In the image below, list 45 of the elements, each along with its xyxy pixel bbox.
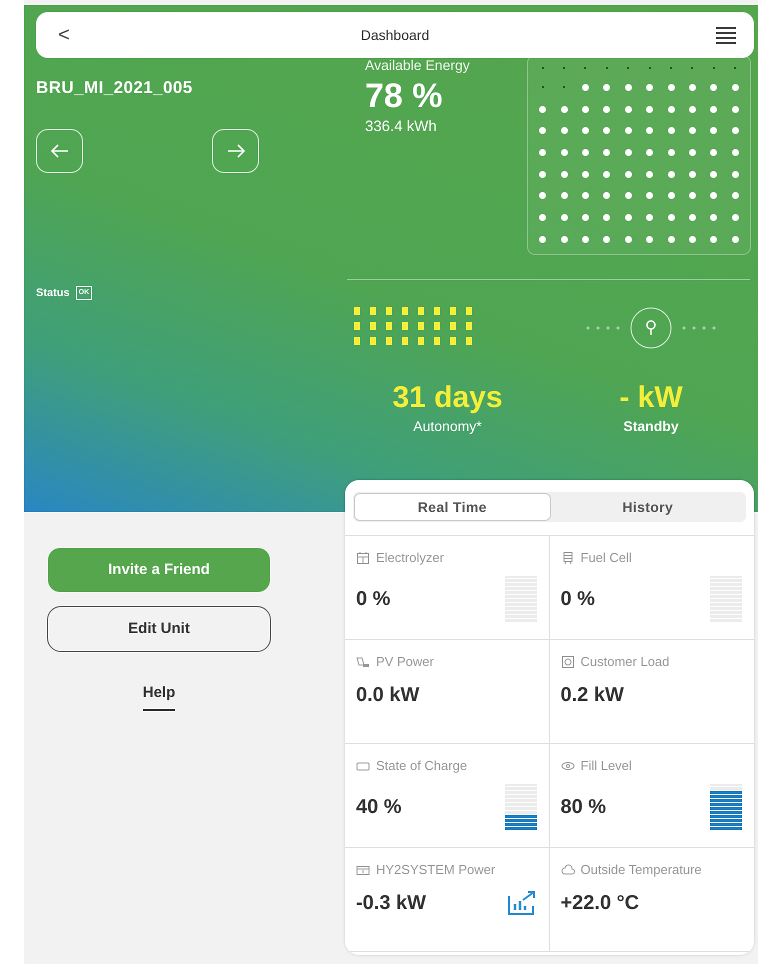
- metric-value: 0 %: [356, 586, 390, 612]
- arrow-right-icon: [226, 144, 244, 158]
- metric-value: 80 %: [560, 794, 606, 820]
- standby-value: - kW: [619, 380, 683, 416]
- metric-value: +22.0 °C: [560, 890, 640, 916]
- autonomy-label: Autonomy*: [413, 417, 482, 436]
- next-button[interactable]: [212, 128, 259, 172]
- energy-amount: 336.4 kWh: [365, 117, 438, 137]
- previous-button[interactable]: [36, 128, 83, 172]
- metric-value: 40 %: [356, 794, 402, 820]
- metric-label: Fuel Cell: [580, 549, 632, 567]
- help-link[interactable]: Help: [142, 682, 176, 710]
- metric-label: State of Charge: [376, 757, 468, 775]
- metric-label: Outside Temperature: [580, 861, 702, 879]
- metric-label: Fill Level: [580, 757, 632, 775]
- standby-label: Standby: [623, 417, 679, 436]
- metric-label: Customer Load: [580, 653, 670, 671]
- level-gauge: [710, 784, 742, 830]
- autonomy-value: 31 days: [392, 380, 503, 416]
- fuel-cell-icon: [560, 550, 574, 565]
- metric-label: Electrolyzer: [376, 549, 444, 567]
- level-gauge: [504, 784, 536, 830]
- unit-id: BRU_MI_2021_005: [36, 77, 194, 99]
- metric-label: PV Power: [376, 653, 434, 671]
- tab[interactable]: Real Time: [354, 493, 550, 521]
- back-button[interactable]: <: [54, 20, 74, 50]
- metric-label: HY2SYSTEM Power: [376, 861, 496, 879]
- tab[interactable]: History: [550, 493, 745, 521]
- energy-label: Available Energy: [365, 56, 471, 75]
- menu-icon[interactable]: [716, 26, 736, 44]
- metric-value: -0.3 kW: [356, 890, 426, 916]
- metric-value: 0.0 kW: [356, 682, 420, 708]
- arrow-left-icon: [50, 144, 68, 158]
- status-label: Status: [36, 286, 70, 300]
- edit-unit-button[interactable]: Edit Unit: [47, 606, 271, 652]
- electrolyzer-icon: [356, 550, 370, 565]
- page-title: Dashboard: [360, 26, 430, 44]
- cloud-icon: [560, 862, 574, 877]
- energy-percent: 78 %: [365, 76, 444, 116]
- chart-link-icon[interactable]: [506, 890, 536, 916]
- metric-value: 0.2 kW: [560, 682, 624, 708]
- solar-panel-icon: [356, 654, 370, 669]
- metric-value: 0 %: [560, 586, 595, 612]
- standby-icon: [584, 306, 718, 350]
- socket-icon: [560, 654, 574, 669]
